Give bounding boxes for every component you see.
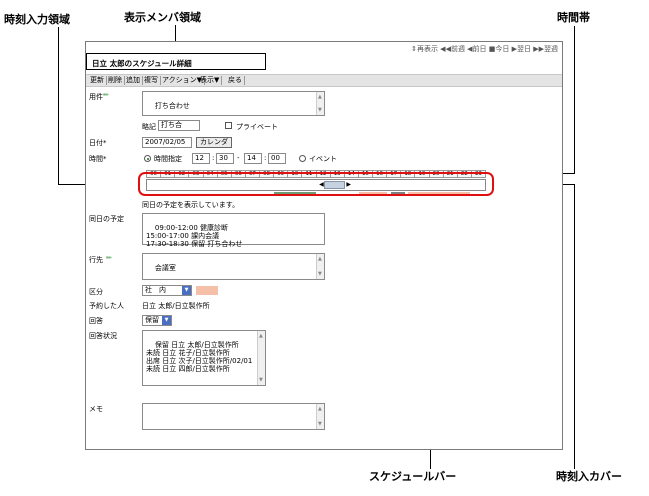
private-label: プライベート bbox=[236, 123, 278, 131]
same-day-items: 09:00-12:00 健康診断 15:00-17:00 課内会議 17:30-… bbox=[146, 224, 243, 248]
calendar-button[interactable]: カレンダ bbox=[196, 137, 232, 148]
subject-label: 用件 bbox=[89, 93, 103, 101]
event-label: イベント bbox=[309, 155, 337, 163]
update-button[interactable]: 更新 bbox=[88, 76, 107, 85]
start-hour-field[interactable]: 12 bbox=[192, 153, 210, 164]
leader-line bbox=[574, 184, 575, 469]
chevron-down-icon: ▼ bbox=[182, 286, 191, 295]
subject-field[interactable]: 打ち合わせ ▲ ▼ bbox=[142, 91, 325, 116]
destination-label: 行先 bbox=[89, 256, 103, 264]
time-label: 時間* bbox=[89, 155, 107, 163]
page-title: 日立 太郎のスケジュール詳細 bbox=[92, 59, 192, 68]
abbrev-label: 略記 bbox=[142, 123, 156, 131]
annotation-time-input-area: 時刻入力領域 bbox=[4, 13, 70, 26]
chevron-down-icon: ▼ bbox=[162, 316, 171, 325]
booker-value: 日立 太郎/日立製作所 bbox=[142, 302, 210, 310]
annotation-time-input-cover: 時刻入カバー bbox=[556, 470, 622, 483]
scrollbar[interactable]: ▲ ▼ bbox=[316, 92, 324, 115]
annotation-display-member-area: 表示メンバ領域 bbox=[124, 11, 201, 24]
end-hour-field[interactable]: 14 bbox=[244, 153, 262, 164]
add-button[interactable]: 追加 bbox=[124, 76, 143, 85]
reply-select[interactable]: 保留 ▼ bbox=[142, 315, 172, 326]
pencil-icon: ✏ bbox=[106, 254, 112, 262]
date-label: 日付* bbox=[89, 139, 107, 147]
pencil-icon: ✏ bbox=[103, 91, 109, 99]
annotation-time-zone: 時間帯 bbox=[557, 11, 590, 24]
reply-label: 回答 bbox=[89, 317, 103, 325]
date-navigation[interactable]: ⇕再表示 ◀◀前週 ◀前日 ■今日 ▶翌日 ▶▶翌週 bbox=[411, 44, 558, 54]
leader-line bbox=[574, 26, 575, 173]
reply-value: 保留 bbox=[145, 316, 159, 324]
time-input-cover bbox=[138, 172, 494, 196]
category-label: 区分 bbox=[89, 288, 103, 296]
toolbar: 更新 削除 追加 複写 アクション▼ 表示▼ 戻る bbox=[86, 74, 562, 87]
time-colon: : bbox=[264, 154, 267, 162]
private-checkbox[interactable] bbox=[225, 122, 232, 129]
same-day-list[interactable]: 09:00-12:00 健康診断 15:00-17:00 課内会議 17:30-… bbox=[142, 213, 325, 248]
time-colon: : bbox=[212, 154, 215, 162]
time-separator: - bbox=[237, 154, 240, 162]
memo-field[interactable]: ▲ ▼ bbox=[142, 403, 325, 430]
scrollbar[interactable]: ▲ ▼ bbox=[316, 254, 324, 279]
time-mode-label: 時間指定 bbox=[154, 155, 182, 163]
copy-button[interactable]: 複写 bbox=[142, 76, 161, 85]
display-member-area: 日立 太郎のスケジュール詳細 bbox=[86, 53, 266, 70]
memo-label: メモ bbox=[89, 405, 103, 413]
end-min-field[interactable]: 00 bbox=[268, 153, 286, 164]
subject-value: 打ち合わせ bbox=[154, 102, 190, 110]
reply-status-label: 回答状況 bbox=[89, 332, 117, 340]
category-value: 社 内 bbox=[145, 286, 166, 294]
reply-status-list[interactable]: 保留 日立 太郎/日立製作所 未読 日立 花子/日立製作所 出席 日立 次子/日… bbox=[142, 330, 266, 386]
scrollbar[interactable]: ▲ ▼ bbox=[257, 331, 265, 385]
leader-line bbox=[58, 27, 59, 184]
reply-status-items: 保留 日立 太郎/日立製作所 未読 日立 花子/日立製作所 出席 日立 次子/日… bbox=[146, 341, 253, 373]
category-select[interactable]: 社 内 ▼ bbox=[142, 285, 192, 296]
date-field[interactable]: 2007/02/05 bbox=[142, 137, 192, 148]
view-menu[interactable]: 表示▼ bbox=[198, 76, 223, 85]
annotation-schedule-bar: スケジュールバー bbox=[369, 470, 457, 483]
same-day-label: 同日の予定 bbox=[89, 215, 124, 223]
delete-button[interactable]: 削除 bbox=[106, 76, 125, 85]
back-button[interactable]: 戻る bbox=[226, 76, 245, 85]
destination-value: 会議室 bbox=[154, 264, 176, 272]
destination-field[interactable]: 会議室 ▲ ▼ bbox=[142, 253, 325, 280]
time-mode-radio[interactable] bbox=[144, 155, 151, 162]
event-radio[interactable] bbox=[299, 155, 306, 162]
scrollbar[interactable]: ▲ ▼ bbox=[316, 404, 324, 429]
schedule-detail-window: ⇕再表示 ◀◀前週 ◀前日 ■今日 ▶翌日 ▶▶翌週 日立 太郎のスケジュール詳… bbox=[85, 41, 563, 450]
abbrev-field[interactable]: 打ち合 bbox=[158, 120, 200, 131]
day-status-note: 同日の予定を表示しています。 bbox=[142, 201, 240, 209]
start-min-field[interactable]: 30 bbox=[216, 153, 234, 164]
category-color-swatch bbox=[196, 286, 218, 295]
booker-label: 予約した人 bbox=[89, 302, 124, 310]
